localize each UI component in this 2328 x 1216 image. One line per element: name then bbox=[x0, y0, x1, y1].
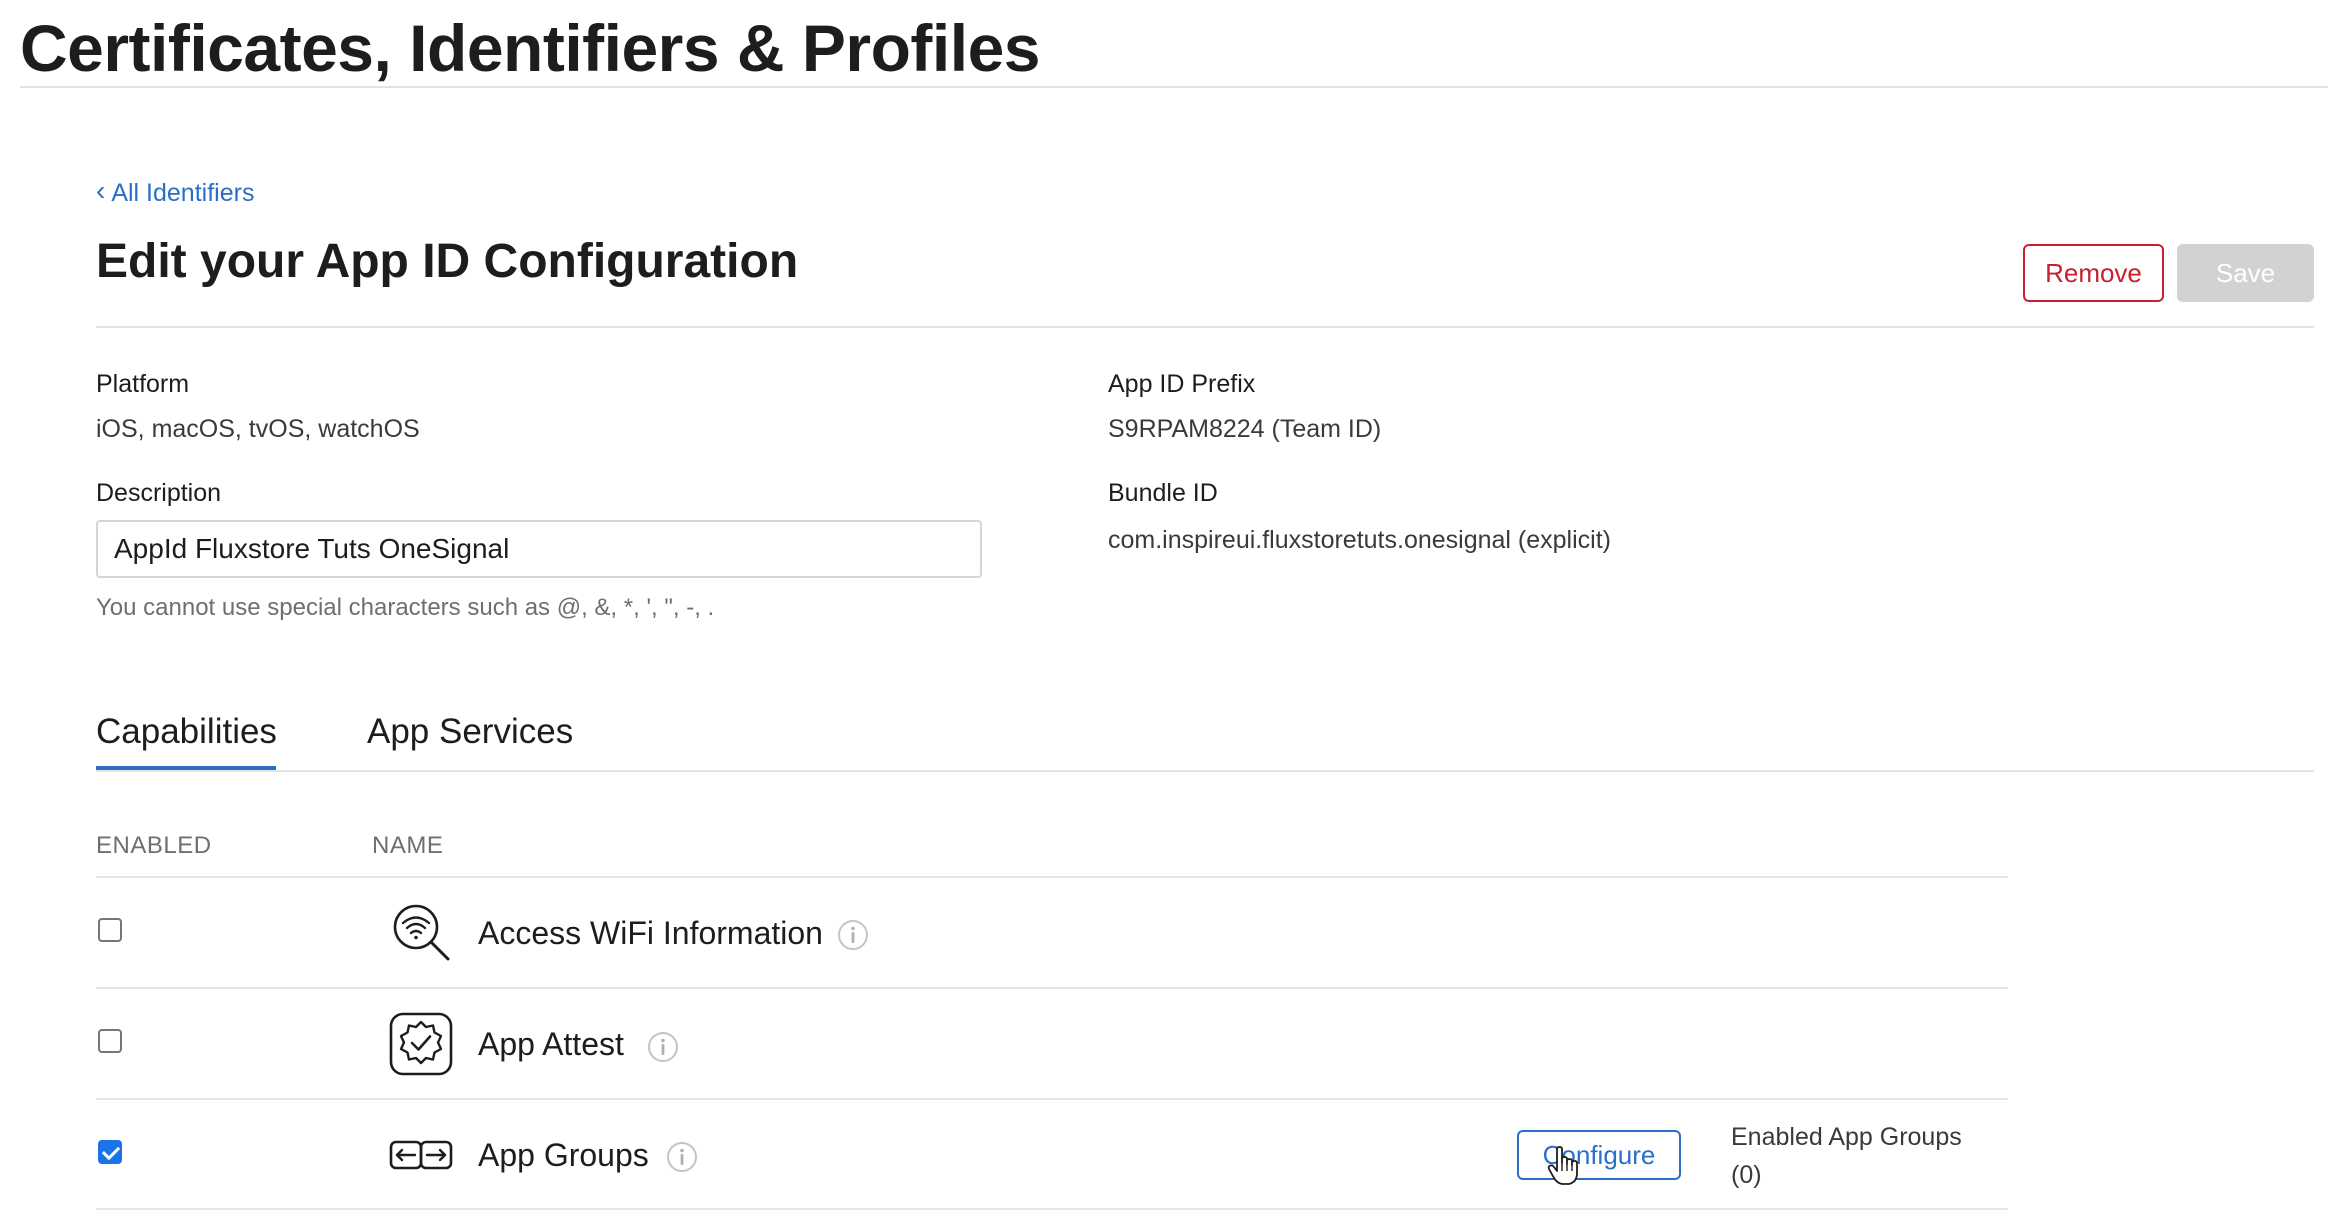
save-button[interactable]: Save bbox=[2177, 244, 2314, 302]
app-groups-icon bbox=[389, 1140, 453, 1170]
header-divider bbox=[96, 326, 2314, 328]
section-title: Edit your App ID Configuration bbox=[96, 235, 799, 288]
capability-name: Access WiFi Information bbox=[478, 915, 823, 951]
configure-button[interactable]: Configure bbox=[1517, 1130, 1681, 1180]
active-tab-indicator bbox=[96, 766, 276, 770]
description-input[interactable] bbox=[96, 520, 982, 578]
title-divider bbox=[20, 86, 2328, 88]
wifi-search-icon bbox=[393, 904, 450, 961]
app-id-prefix-label: App ID Prefix bbox=[1108, 370, 1256, 398]
chevron-left-icon: ‹ bbox=[96, 175, 106, 206]
capability-name: App Groups bbox=[478, 1137, 649, 1173]
bundle-id-value: com.inspireui.fluxstoretuts.onesignal (e… bbox=[1108, 526, 1611, 554]
platform-label: Platform bbox=[96, 370, 190, 398]
description-hint: You cannot use special characters such a… bbox=[96, 594, 715, 621]
info-icon[interactable] bbox=[647, 1031, 679, 1063]
column-header-enabled: ENABLED bbox=[96, 832, 212, 859]
all-identifiers-link[interactable]: ‹ All Identifiers bbox=[96, 175, 255, 208]
tabs-divider bbox=[96, 770, 2314, 772]
capability-name: App Attest bbox=[478, 1026, 624, 1062]
column-header-name: NAME bbox=[372, 832, 444, 859]
capability-checkbox-access-wifi[interactable] bbox=[98, 918, 122, 942]
description-label: Description bbox=[96, 479, 222, 507]
badge-check-icon bbox=[389, 1012, 453, 1076]
enabled-app-groups-info: Enabled App Groups (0) bbox=[1731, 1118, 1962, 1194]
page-title: Certificates, Identifiers & Profiles bbox=[20, 11, 1041, 85]
row-divider bbox=[96, 1098, 2008, 1100]
table-divider bbox=[96, 876, 2008, 878]
bundle-id-label: Bundle ID bbox=[1108, 479, 1218, 507]
all-identifiers-label: All Identifiers bbox=[111, 179, 255, 207]
info-icon[interactable] bbox=[837, 919, 869, 951]
tab-app-services[interactable]: App Services bbox=[367, 712, 573, 752]
row-divider bbox=[96, 1208, 2008, 1210]
info-icon[interactable] bbox=[666, 1141, 698, 1173]
remove-button[interactable]: Remove bbox=[2023, 244, 2164, 302]
tab-capabilities[interactable]: Capabilities bbox=[96, 712, 277, 752]
hand-pointer-cursor-icon bbox=[1547, 1146, 1578, 1185]
enabled-app-groups-count: (0) bbox=[1731, 1161, 1762, 1189]
row-divider bbox=[96, 987, 2008, 989]
capability-checkbox-app-attest[interactable] bbox=[98, 1029, 122, 1053]
capability-checkbox-app-groups[interactable] bbox=[98, 1140, 122, 1164]
enabled-app-groups-label: Enabled App Groups bbox=[1731, 1123, 1962, 1151]
platform-value: iOS, macOS, tvOS, watchOS bbox=[96, 415, 420, 443]
app-id-prefix-value: S9RPAM8224 (Team ID) bbox=[1108, 415, 1382, 443]
